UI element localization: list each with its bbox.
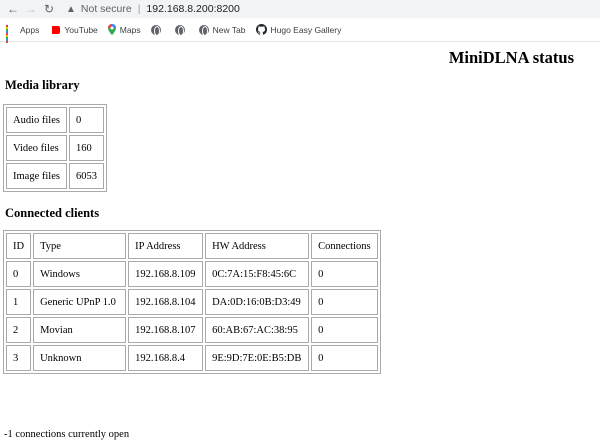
bookmark-apps[interactable]: Apps [6,24,40,43]
url-text[interactable]: 192.168.8.200:8200 [146,3,239,15]
bookmark-youtube[interactable]: YouTube [49,24,98,35]
bookmarks-bar: Apps YouTube Maps New Tab Hugo Easy Gall… [0,18,600,43]
client-type: Windows [33,261,127,287]
client-hw: 60:AB:67:AC:38:95 [205,317,310,343]
youtube-icon [49,25,61,34]
client-connections: 0 [311,289,378,315]
globe-icon [198,24,209,36]
globe-icon [150,24,161,36]
client-id: 2 [6,317,32,343]
bookmark-globe-1[interactable] [150,24,165,36]
table-row: 3 Unknown 192.168.8.4 9E:9D:7E:0E:B5:DB … [6,345,378,371]
client-connections: 0 [311,261,378,287]
media-count: 160 [68,135,104,161]
table-row: Video files 160 [6,135,104,161]
address-separator: | [137,3,141,15]
client-type: Generic UPnP 1.0 [33,289,127,315]
media-label: Video files [6,135,67,161]
connections-status: -1 connections currently open [4,429,130,440]
bookmark-globe-2[interactable] [174,24,189,36]
table-row: 1 Generic UPnP 1.0 192.168.8.104 DA:0D:1… [6,289,378,315]
security-label: Not secure [80,3,132,15]
forward-arrow-icon[interactable]: → [22,2,40,16]
client-id: 3 [6,345,32,371]
bookmark-label: YouTube [64,24,98,35]
bookmark-label: Hugo Easy Gallery [270,24,342,35]
table-row: 2 Movian 192.168.8.107 60:AB:67:AC:38:95… [6,317,378,343]
bookmark-new-tab[interactable]: New Tab [198,24,246,36]
client-ip: 192.168.8.4 [128,345,204,371]
client-ip: 192.168.8.104 [128,289,204,315]
table-header-row: ID Type IP Address HW Address Connection… [6,233,378,259]
page-title: MiniDLNA status [448,48,574,67]
column-header-id: ID [6,233,32,259]
browser-toolbar: ← → ↻ ▲ Not secure | 192.168.8.200:8200 [0,0,600,18]
globe-icon [174,24,185,36]
github-icon [255,24,267,35]
media-count: 6053 [68,163,104,189]
client-connections: 0 [311,345,378,371]
address-bar[interactable]: ▲ Not secure | 192.168.8.200:8200 [66,1,240,17]
bookmark-hugo-easy-gallery[interactable]: Hugo Easy Gallery [255,24,342,35]
column-header-hw: HW Address [205,233,310,259]
column-header-type: Type [33,233,127,259]
client-connections: 0 [311,317,378,343]
warning-triangle-icon[interactable]: ▲ [66,4,76,15]
table-row: 0 Windows 192.168.8.109 0C:7A:15:F8:45:6… [6,261,378,287]
client-hw: 0C:7A:15:F8:45:6C [205,261,310,287]
table-row: Image files 6053 [6,163,104,189]
client-id: 0 [6,261,32,287]
table-row: Audio files 0 [6,107,104,133]
reload-icon[interactable]: ↻ [40,2,58,16]
client-hw: 9E:9D:7E:0E:B5:DB [205,345,310,371]
client-hw: DA:0D:16:0B:D3:49 [205,289,310,315]
maps-pin-icon [107,24,116,35]
connected-clients-table: ID Type IP Address HW Address Connection… [3,230,381,374]
bookmark-maps[interactable]: Maps [107,24,141,35]
back-arrow-icon[interactable]: ← [4,2,22,16]
media-library-table: Audio files 0 Video files 160 Image file… [3,104,107,192]
column-header-ip: IP Address [128,233,204,259]
bookmark-label: Maps [119,24,141,35]
media-library-heading: Media library [5,78,80,92]
bookmark-label: Apps [20,24,40,35]
client-type: Movian [33,317,127,343]
connected-clients-heading: Connected clients [5,206,100,220]
client-ip: 192.168.8.109 [128,261,204,287]
media-label: Image files [6,163,67,189]
media-count: 0 [68,107,104,133]
client-type: Unknown [33,345,127,371]
apps-grid-icon [6,24,16,43]
column-header-connections: Connections [311,233,378,259]
bookmark-label: New Tab [212,24,246,35]
client-ip: 192.168.8.107 [128,317,204,343]
client-id: 1 [6,289,32,315]
media-label: Audio files [6,107,67,133]
